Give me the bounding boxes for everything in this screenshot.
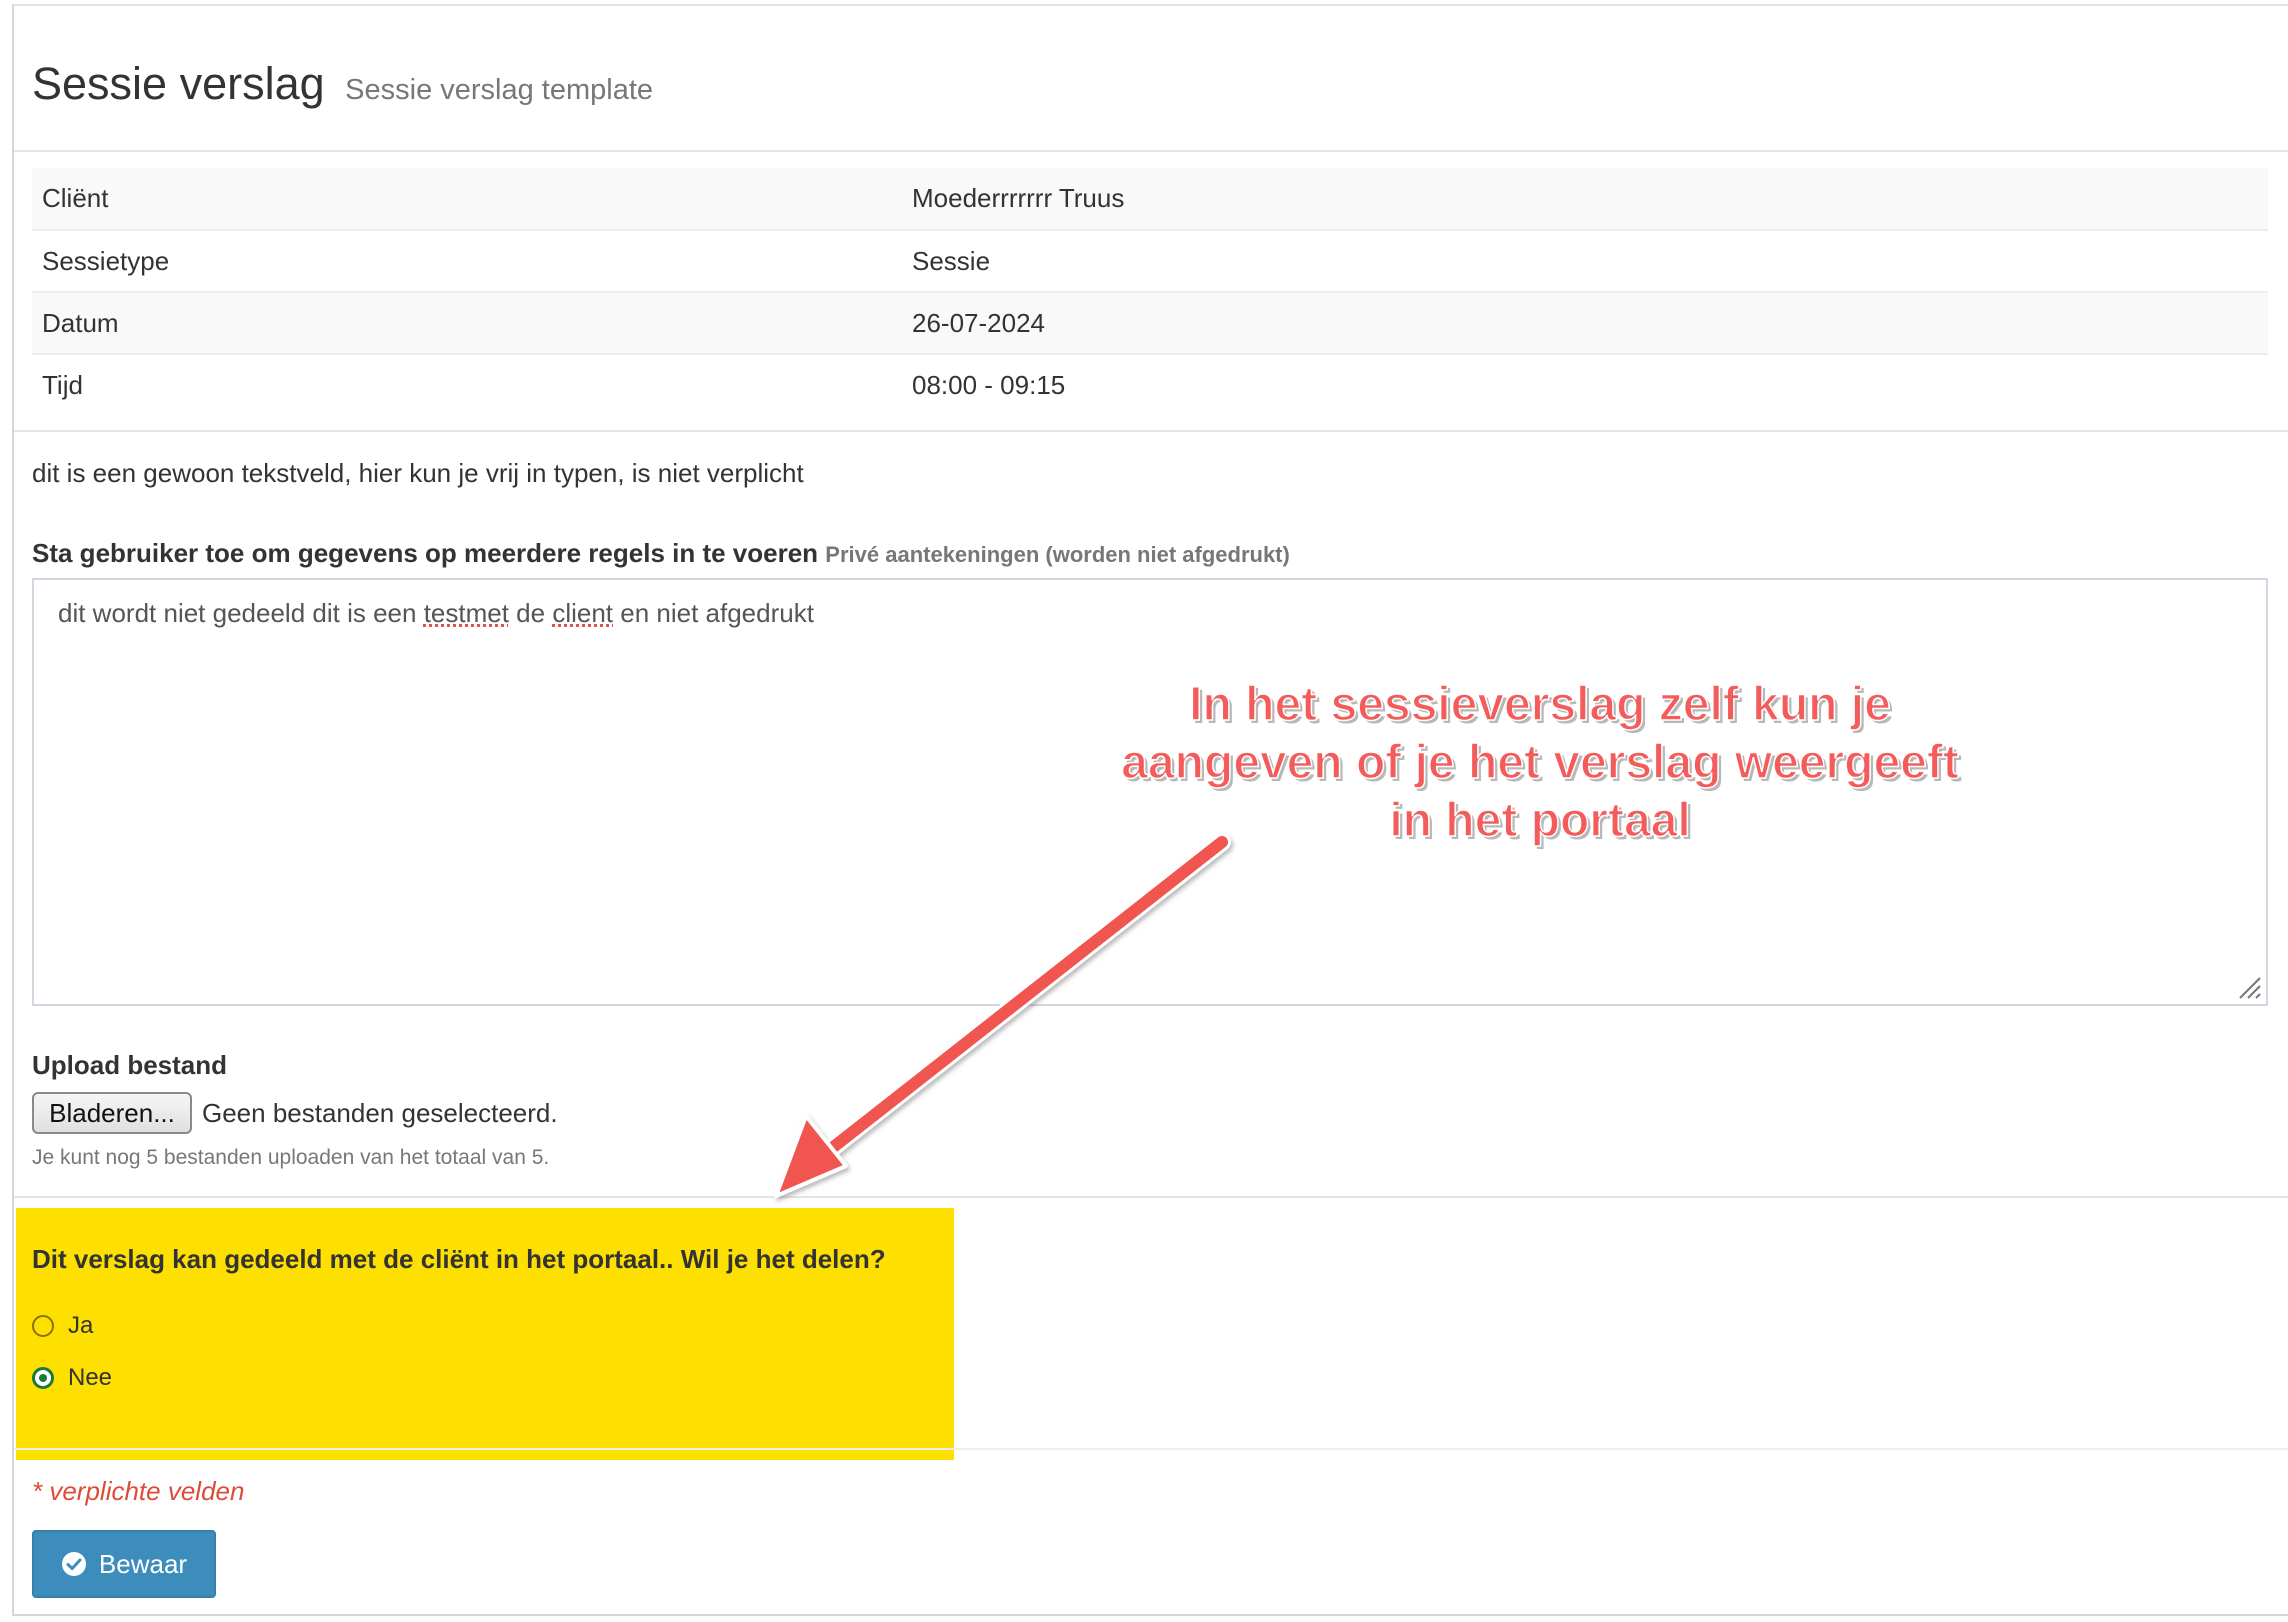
check-circle-icon	[61, 1552, 86, 1576]
info-value: 08:00 - 09:15	[912, 370, 1066, 400]
radio-option-nee[interactable]: Nee	[32, 1364, 112, 1392]
page-subtitle: Sessie verslag template	[345, 74, 654, 106]
annotation-line: in het portaal	[1389, 793, 1692, 848]
annotation-line: In het sessieverslag zelf kun je	[1188, 677, 1891, 732]
info-label: Datum	[42, 307, 119, 338]
table-row: Sessietype Sessie	[32, 230, 2268, 292]
info-value: 26-07-2024	[912, 307, 1045, 338]
divider	[14, 150, 2288, 152]
info-label: Tijd	[42, 370, 83, 400]
radio-label: Nee	[68, 1364, 113, 1391]
plain-text-field[interactable]: dit is een gewoon tekstveld, hier kun je…	[32, 458, 804, 489]
radio-checked-icon[interactable]	[32, 1367, 54, 1389]
notes-label: Sta gebruiker toe om gegevens op meerder…	[32, 538, 1290, 569]
page-title-text: Sessie verslag	[32, 58, 325, 109]
page-title: Sessie verslag Sessie verslag template	[32, 58, 653, 110]
textarea-value: dit wordt niet gedeeld dit is een testme…	[58, 598, 814, 628]
table-row: Cliënt Moederrrrrrr Truus	[32, 168, 2268, 230]
info-value: Moederrrrrrr Truus	[912, 183, 1125, 213]
radio-unchecked-icon[interactable]	[32, 1315, 54, 1337]
divider	[14, 430, 2288, 432]
upload-label: Upload bestand	[32, 1050, 228, 1080]
radio-option-ja[interactable]: Ja	[32, 1312, 93, 1340]
upload-status: Geen bestanden geselecteerd.	[202, 1098, 558, 1128]
info-label: Sessietype	[42, 245, 170, 276]
save-button-label: Bewaar	[98, 1548, 188, 1579]
radio-label: Ja	[68, 1312, 94, 1339]
notes-hint: Privé aantekeningen (worden niet afgedru…	[825, 542, 1290, 567]
share-question: Dit verslag kan gedeeld met de cliënt in…	[32, 1244, 886, 1274]
required-fields-note: * verplichte velden	[32, 1476, 245, 1506]
info-value: Sessie	[912, 245, 991, 276]
annotation-line: aangeven of je het verslag weergeeft	[1120, 735, 1959, 790]
divider	[14, 1196, 2288, 1198]
notes-label-text: Sta gebruiker toe om gegevens op meerder…	[32, 538, 819, 568]
table-row: Tijd 08:00 - 09:15	[32, 354, 2268, 416]
divider	[14, 1448, 2288, 1450]
annotation-text: In het sessieverslag zelf kun je aangeve…	[1060, 676, 2020, 850]
session-info-table: Cliënt Moederrrrrrr Truus Sessietype Ses…	[32, 168, 2268, 416]
upload-help-text: Je kunt nog 5 bestanden uploaden van het…	[32, 1146, 550, 1169]
info-label: Cliënt	[42, 183, 109, 213]
save-button[interactable]: Bewaar	[32, 1530, 216, 1598]
browse-button[interactable]: Bladeren...	[32, 1092, 192, 1134]
resize-handle-icon[interactable]	[2236, 974, 2262, 1000]
table-row: Datum 26-07-2024	[32, 292, 2268, 354]
